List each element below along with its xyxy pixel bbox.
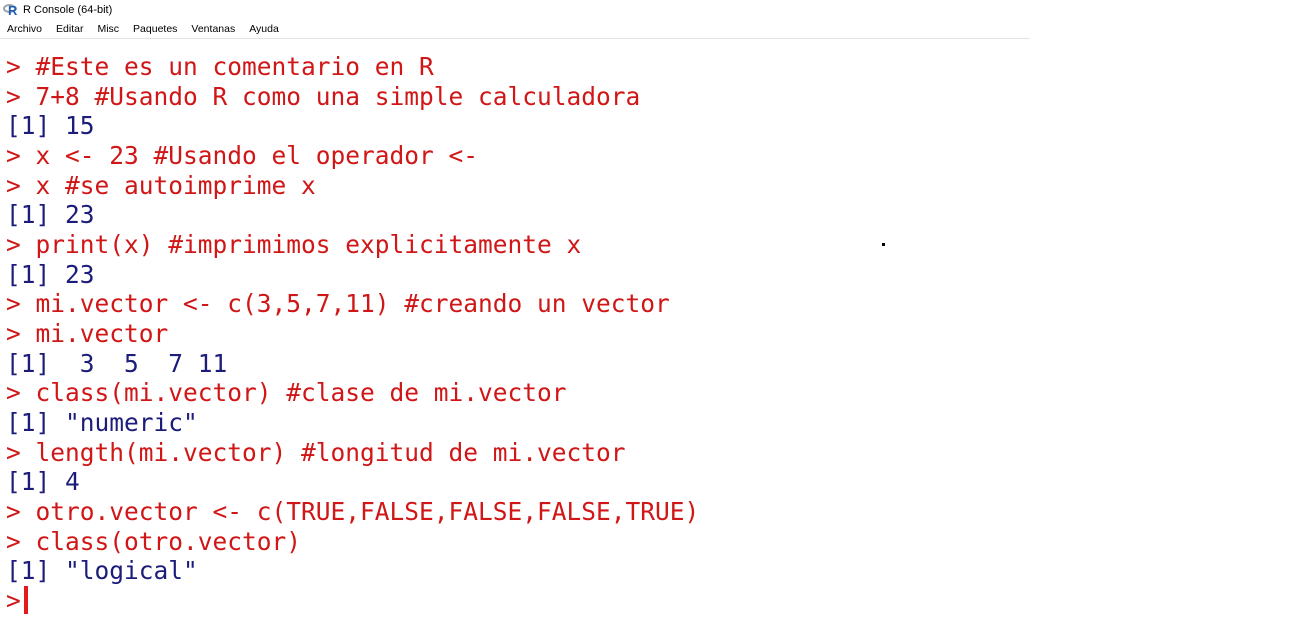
console-command-text: #Este es un comentario en R bbox=[35, 52, 434, 81]
console-result-text: [1] 4 bbox=[6, 467, 80, 497]
console-active-line[interactable]: > bbox=[6, 585, 1026, 616]
console-input-line: > x <- 23 #Usando el operador <- bbox=[6, 141, 1026, 171]
menu-editar[interactable]: Editar bbox=[56, 22, 83, 36]
stray-pixel-mark bbox=[882, 243, 885, 246]
console-output-line: [1] 23 bbox=[6, 260, 1026, 290]
console-output-area[interactable]: > #Este es un comentario en R > 7+8 #Usan… bbox=[6, 52, 1026, 626]
console-input-line: > x #se autoimprime x bbox=[6, 171, 1026, 201]
title-bar: R R Console (64-bit) bbox=[0, 0, 1030, 20]
r-logo-icon: R bbox=[3, 3, 20, 18]
console-input-line: > class(otro.vector) bbox=[6, 527, 1026, 557]
console-output-line: [1] 4 bbox=[6, 467, 1026, 497]
console-result-text: [1] 23 bbox=[6, 259, 95, 289]
console-command-text: x <- 23 #Usando el operador <- bbox=[35, 140, 479, 170]
window-title: R Console (64-bit) bbox=[23, 4, 113, 16]
menu-ventanas[interactable]: Ventanas bbox=[191, 22, 235, 36]
console-input-line: > #Este es un comentario en R bbox=[6, 52, 1026, 82]
console-command-text: mi.vector bbox=[35, 318, 169, 348]
console-prompt: > bbox=[6, 170, 21, 200]
menu-paquetes[interactable]: Paquetes bbox=[133, 22, 177, 36]
console-output-line: [1] 23 bbox=[6, 200, 1026, 230]
console-prompt: > bbox=[6, 52, 21, 81]
console-prompt: > bbox=[6, 318, 21, 348]
menu-ayuda[interactable]: Ayuda bbox=[249, 22, 279, 36]
console-command-text: length(mi.vector) #longitud de mi.vector bbox=[35, 437, 626, 467]
console-input-line: > mi.vector bbox=[6, 319, 1026, 349]
console-prompt: > bbox=[6, 289, 21, 319]
console-command-text: print(x) #imprimimos explicitamente x bbox=[35, 229, 582, 259]
console-result-text: [1] 23 bbox=[6, 200, 95, 230]
console-output-line: [1] 3 5 7 11 bbox=[6, 349, 1026, 379]
console-prompt: > bbox=[6, 140, 21, 170]
console-command-text: 7+8 #Usando R como una simple calculador… bbox=[35, 81, 641, 111]
console-output-line: [1] "logical" bbox=[6, 556, 1026, 586]
console-output-line: [1] 15 bbox=[6, 111, 1026, 141]
console-prompt: > bbox=[6, 585, 21, 615]
console-command-text: otro.vector <- c(TRUE,FALSE,FALSE,FALSE,… bbox=[35, 496, 700, 526]
console-input-line: > 7+8 #Usando R como una simple calculad… bbox=[6, 82, 1026, 112]
console-output-line: [1] "numeric" bbox=[6, 408, 1026, 438]
console-prompt: > bbox=[6, 437, 21, 467]
console-command-text: x #se autoimprime x bbox=[35, 170, 316, 200]
console-command-text: mi.vector <- c(3,5,7,11) #creando un vec… bbox=[35, 289, 670, 319]
menu-misc[interactable]: Misc bbox=[97, 22, 119, 36]
console-prompt: > bbox=[6, 496, 21, 526]
console-prompt: > bbox=[6, 229, 21, 259]
console-input-line: > class(mi.vector) #clase de mi.vector bbox=[6, 378, 1026, 408]
console-result-text: [1] 15 bbox=[6, 111, 95, 141]
console-prompt: > bbox=[6, 378, 21, 408]
console-result-text: [1] "numeric" bbox=[6, 407, 198, 437]
console-command-text: class(mi.vector) #clase de mi.vector bbox=[35, 378, 567, 408]
console-result-text: [1] 3 5 7 11 bbox=[6, 348, 228, 378]
console-command-text: class(otro.vector) bbox=[35, 526, 302, 556]
menu-archivo[interactable]: Archivo bbox=[7, 22, 42, 36]
text-cursor bbox=[23, 585, 28, 614]
console-result-text: [1] "logical" bbox=[6, 556, 198, 586]
console-prompt: > bbox=[6, 81, 21, 111]
console-input-line: > length(mi.vector) #longitud de mi.vect… bbox=[6, 438, 1026, 468]
menu-bar: Archivo Editar Misc Paquetes Ventanas Ay… bbox=[0, 20, 1030, 39]
console-input-line: > mi.vector <- c(3,5,7,11) #creando un v… bbox=[6, 289, 1026, 319]
console-input-line: > print(x) #imprimimos explicitamente x bbox=[6, 230, 1026, 260]
console-prompt: > bbox=[6, 526, 21, 556]
console-input-line: > otro.vector <- c(TRUE,FALSE,FALSE,FALS… bbox=[6, 497, 1026, 527]
